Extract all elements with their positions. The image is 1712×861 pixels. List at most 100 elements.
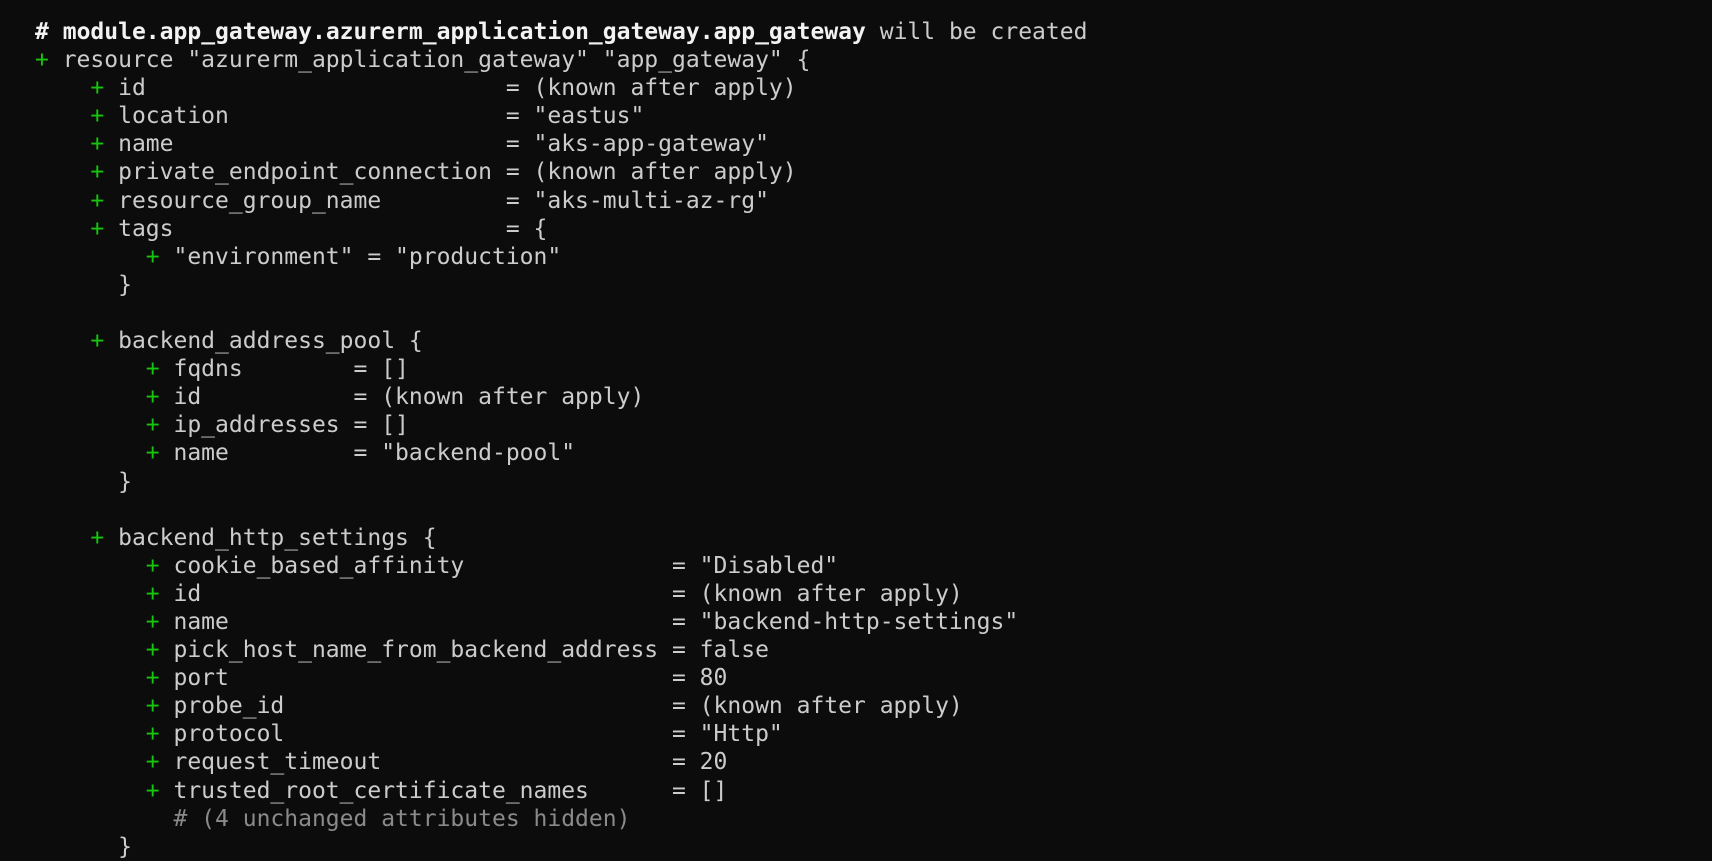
plan-line: + id = (known after apply) xyxy=(35,74,1705,102)
line-text: location = "eastus" xyxy=(104,103,645,130)
plan-line: + backend_address_pool { xyxy=(35,327,1705,355)
add-marker: + xyxy=(90,215,105,242)
terminal-output: # module.app_gateway.azurerm_application… xyxy=(35,18,1705,861)
plan-line: + name = "backend-http-settings" xyxy=(35,608,1705,636)
plan-line: + pick_host_name_from_backend_address = … xyxy=(35,636,1705,664)
plan-line: + name = "aks-app-gateway" xyxy=(35,130,1705,158)
plan-line: + private_endpoint_connection = (known a… xyxy=(35,158,1705,186)
plan-line: } xyxy=(35,833,1705,861)
line-text: cookie_based_affinity = "Disabled" xyxy=(159,552,839,579)
line-text: trusted_root_certificate_names = [] xyxy=(159,777,728,804)
line-text: pick_host_name_from_backend_address = fa… xyxy=(159,637,769,664)
plan-line: + fqdns = [] xyxy=(35,355,1705,383)
add-marker: + xyxy=(90,131,105,158)
line-text: id = (known after apply) xyxy=(104,75,797,102)
plan-header: # module.app_gateway.azurerm_application… xyxy=(35,18,1705,46)
plan-line: + backend_http_settings { xyxy=(35,524,1705,552)
add-marker: + xyxy=(145,552,160,579)
plan-line: + protocol = "Http" xyxy=(35,720,1705,748)
plan-line: # (4 unchanged attributes hidden) xyxy=(35,805,1705,833)
add-marker: + xyxy=(90,159,105,186)
line-text: id = (known after apply) xyxy=(159,580,963,607)
add-marker: + xyxy=(35,47,49,74)
plan-line: + trusted_root_certificate_names = [] xyxy=(35,777,1705,805)
add-marker: + xyxy=(145,356,160,383)
plan-line: + id = (known after apply) xyxy=(35,580,1705,608)
add-marker: + xyxy=(90,103,105,130)
add-marker: + xyxy=(145,693,160,720)
line-text: "environment" = "production" xyxy=(159,243,562,270)
plan-line: + probe_id = (known after apply) xyxy=(35,692,1705,720)
add-marker: + xyxy=(90,524,105,551)
add-marker: + xyxy=(145,580,160,607)
line-text: name = "aks-app-gateway" xyxy=(104,131,769,158)
add-marker: + xyxy=(145,412,160,439)
line-text: port = 80 xyxy=(159,665,728,692)
add-marker: + xyxy=(90,187,105,214)
plan-line: + port = 80 xyxy=(35,664,1705,692)
resource-address: module.app_gateway.azurerm_application_g… xyxy=(62,19,866,45)
plan-action: will be created xyxy=(879,19,1088,45)
plan-line: } xyxy=(35,468,1705,496)
comment-text: # (4 unchanged attributes hidden) xyxy=(173,805,631,832)
line-text: resource "azurerm_application_gateway" "… xyxy=(48,47,811,74)
plan-line xyxy=(35,496,1705,524)
line-text: resource_group_name = "aks-multi-az-rg" xyxy=(104,187,769,214)
plan-line: + location = "eastus" xyxy=(35,102,1705,130)
add-marker: + xyxy=(145,243,160,270)
plan-body: + resource "azurerm_application_gateway"… xyxy=(35,46,1705,861)
add-marker: + xyxy=(145,637,160,664)
plan-line: + cookie_based_affinity = "Disabled" xyxy=(35,552,1705,580)
line-text: } xyxy=(118,271,132,298)
line-text: request_timeout = 20 xyxy=(159,749,728,776)
add-marker: + xyxy=(145,721,160,748)
line-text: backend_http_settings { xyxy=(104,524,437,551)
header-hash: # xyxy=(35,19,49,45)
plan-line: + resource "azurerm_application_gateway"… xyxy=(35,46,1705,74)
add-marker: + xyxy=(145,440,160,467)
add-marker: + xyxy=(90,75,105,102)
line-text: probe_id = (known after apply) xyxy=(159,693,963,720)
plan-line: + "environment" = "production" xyxy=(35,243,1705,271)
add-marker: + xyxy=(145,777,160,804)
plan-line: } xyxy=(35,271,1705,299)
add-marker: + xyxy=(145,608,160,635)
add-marker: + xyxy=(145,665,160,692)
line-text: } xyxy=(118,468,132,495)
line-text: } xyxy=(118,833,132,860)
line-text: name = "backend-pool" xyxy=(159,440,576,467)
line-text: backend_address_pool { xyxy=(104,328,423,355)
add-marker: + xyxy=(90,328,105,355)
plan-line: + ip_addresses = [] xyxy=(35,411,1705,439)
line-text: tags = { xyxy=(104,215,548,242)
plan-line xyxy=(35,299,1705,327)
line-text: fqdns = [] xyxy=(159,356,409,383)
plan-line: + resource_group_name = "aks-multi-az-rg… xyxy=(35,187,1705,215)
line-text: id = (known after apply) xyxy=(159,384,645,411)
plan-line: + id = (known after apply) xyxy=(35,383,1705,411)
